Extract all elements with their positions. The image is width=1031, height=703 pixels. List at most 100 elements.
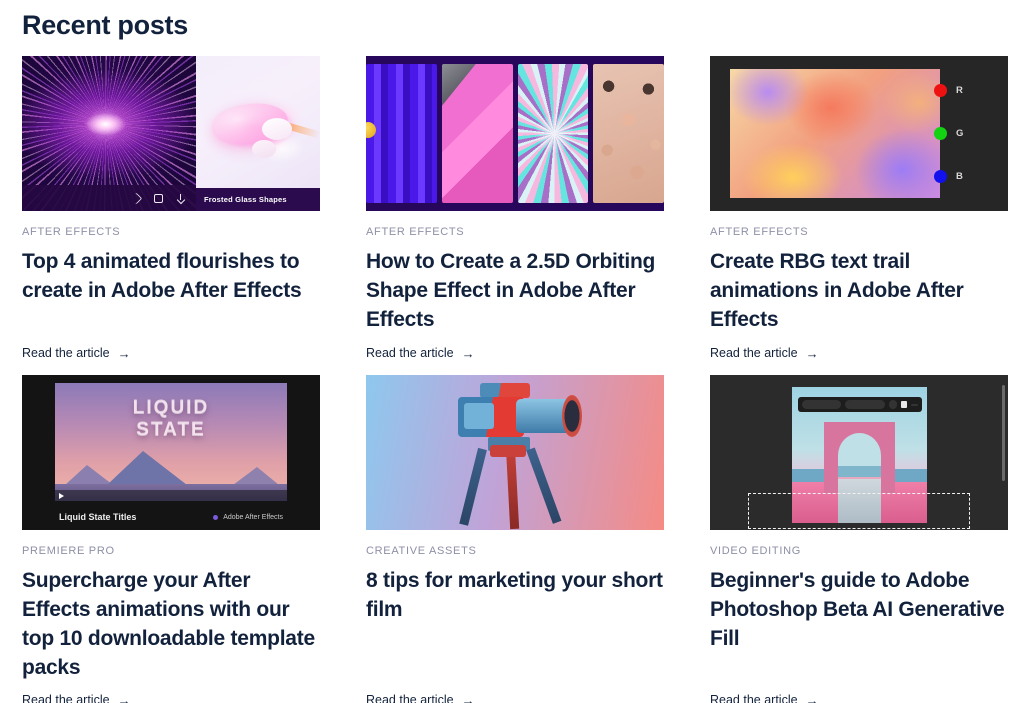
channel-row: G [934,112,990,155]
channel-row: B [934,155,990,198]
post-category: AFTER EFFECTS [366,226,465,238]
arrow-right-icon: → [461,692,475,703]
generative-fill-toolbar[interactable] [798,397,922,412]
read-article-link[interactable]: Read the article → [22,692,131,703]
channel-row: R [934,69,990,112]
app-tag-label: Adobe After Effects [223,513,283,521]
channel-label: R [956,85,963,96]
arrow-right-icon: → [117,692,131,703]
post-title[interactable]: 8 tips for marketing your short film [366,566,664,624]
post-thumbnail[interactable] [710,375,1008,530]
post-thumbnail[interactable]: R G B [710,56,1008,211]
post-title[interactable]: Top 4 animated flourishes to create in A… [22,247,320,305]
download-icon[interactable] [176,193,185,203]
posts-grid-row-2: LIQUID STATE Liquid State Titles Adobe A… [22,375,1009,703]
read-article-link[interactable]: Read the article → [710,692,819,703]
red-channel-dot [934,84,947,97]
post-card[interactable]: Frosted Glass Shapes AFTER EFFECTS Top 4… [22,56,320,361]
post-category: VIDEO EDITING [710,545,801,557]
glass-orb-shape [252,140,276,158]
recent-posts-page: Recent posts Frosted Glass Shapes AFTER … [0,0,1031,703]
read-article-label: Read the article [22,693,110,703]
confirm-icon[interactable] [900,401,907,408]
post-title[interactable]: Supercharge your After Effects animation… [22,566,320,682]
play-icon[interactable] [59,493,64,499]
glass-orb-shape [262,118,292,140]
post-thumbnail[interactable] [366,375,664,530]
post-card[interactable]: LIQUID STATE Liquid State Titles Adobe A… [22,375,320,703]
read-article-link[interactable]: Read the article → [22,345,131,361]
rgb-channel-legend: R G B [934,69,990,198]
post-title[interactable]: Create RBG text trail animations in Adob… [710,247,1008,334]
thumbnail-toolbar[interactable] [22,185,196,211]
camera-body-highlight [464,403,494,429]
mountain-shape [233,467,279,485]
read-article-label: Read the article [710,693,798,703]
tripod-leg [526,447,562,524]
camera-lens-front [562,395,582,437]
app-tag: Adobe After Effects [213,514,283,521]
read-article-link[interactable]: Read the article → [366,692,475,703]
video-scrubber[interactable] [55,490,287,502]
read-article-label: Read the article [366,346,454,360]
camera-tripod-graphic [366,375,664,530]
mountain-shape [65,465,113,485]
tripod-leg [459,447,487,526]
camera-top-handle [480,383,530,398]
selection-marquee[interactable] [748,493,970,529]
post-thumbnail[interactable]: Frosted Glass Shapes [22,56,320,211]
frosted-glass-graphic [196,56,320,203]
scrollbar[interactable] [1002,385,1005,481]
video-frame: LIQUID STATE [55,383,287,501]
panel-pink-facets [441,64,513,203]
overlay-text-line-2: STATE [136,419,206,440]
post-thumbnail[interactable]: LIQUID STATE Liquid State Titles Adobe A… [22,375,320,530]
panel-copper-cylinders [593,64,664,203]
page-title: Recent posts [22,10,188,40]
photoshop-generative-fill-graphic [710,375,1008,530]
thumbnail-caption: Frosted Glass Shapes [196,188,320,211]
options-button[interactable] [888,400,897,409]
rgb-panel-graphic: R G B [710,56,1008,211]
post-card[interactable]: R G B AFTER EFFECTS Create RBG text trai… [710,56,1008,361]
post-category: PREMIERE PRO [22,545,115,557]
save-icon[interactable] [154,193,163,203]
share-icon[interactable] [130,192,143,204]
mountain-shape [107,451,187,485]
blue-channel-dot [934,170,947,183]
read-article-link[interactable]: Read the article → [366,345,475,361]
overlay-text-line-1: LIQUID [132,397,210,418]
video-overlay-text: LIQUID STATE [55,397,287,441]
app-dot-icon [213,514,219,520]
channel-label: G [956,128,964,139]
gradient-canvas [730,69,940,198]
channel-label: B [956,171,963,182]
green-channel-dot [934,127,947,140]
post-card[interactable]: CREATIVE ASSETS 8 tips for marketing you… [366,375,664,703]
more-icon[interactable] [910,403,918,406]
arrow-right-icon: → [461,345,475,361]
read-article-label: Read the article [22,346,110,360]
post-category: CREATIVE ASSETS [366,545,477,557]
prompt-field[interactable] [802,400,841,409]
tripod-hub [490,445,526,457]
generate-button[interactable] [844,400,885,409]
post-category: AFTER EFFECTS [710,226,809,238]
post-title[interactable]: Beginner's guide to Adobe Photoshop Beta… [710,566,1008,653]
post-thumbnail[interactable] [366,56,664,211]
arrow-right-icon: → [805,692,819,703]
read-article-label: Read the article [710,346,798,360]
panel-blue-tubes [366,64,437,203]
panel-swirl [517,64,589,203]
abstract-panels-graphic [366,56,664,211]
post-title[interactable]: How to Create a 2.5D Orbiting Shape Effe… [366,247,664,334]
post-category: AFTER EFFECTS [22,226,121,238]
arrow-right-icon: → [117,345,131,361]
read-article-link[interactable]: Read the article → [710,345,819,361]
post-card[interactable]: VIDEO EDITING Beginner's guide to Adobe … [710,375,1008,703]
video-file-name: Liquid State Titles [59,512,137,522]
read-article-label: Read the article [366,693,454,703]
video-meta-bar: Liquid State Titles Adobe After Effects [55,508,287,526]
post-card[interactable]: AFTER EFFECTS How to Create a 2.5D Orbit… [366,56,664,361]
tripod-leg [506,448,520,530]
